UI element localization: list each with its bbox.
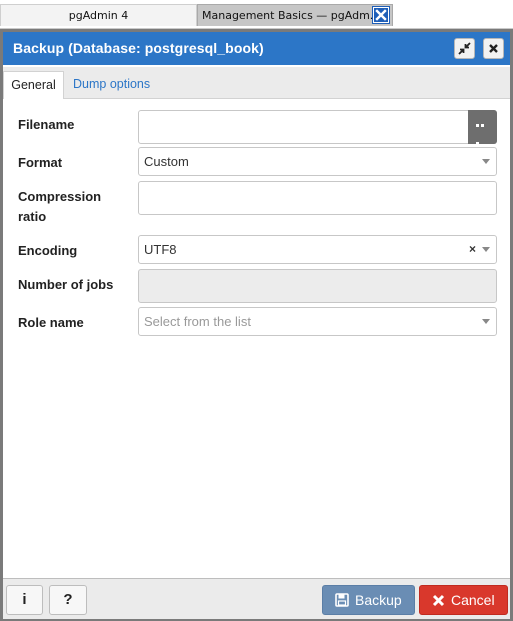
question-icon: ? xyxy=(63,591,73,608)
chevron-down-icon xyxy=(482,247,490,252)
filename-label: Filename xyxy=(18,117,75,132)
backup-dialog: Backup (Database: postgresql_book) Gener… xyxy=(0,29,513,621)
cancel-button[interactable]: Cancel xyxy=(419,585,508,615)
save-icon xyxy=(335,593,349,607)
backup-button-label: Backup xyxy=(355,592,402,608)
browser-tab-label: Management Basics — pgAdm... xyxy=(202,9,381,22)
dialog-title: Backup (Database: postgresql_book) xyxy=(13,40,264,56)
dialog-close-button[interactable] xyxy=(483,38,504,59)
number-of-jobs-input xyxy=(138,269,497,303)
role-placeholder: Select from the list xyxy=(144,314,251,329)
dialog-titlebar[interactable]: Backup (Database: postgresql_book) xyxy=(3,32,510,65)
compression-ratio-input[interactable] xyxy=(138,181,497,215)
tab-general[interactable]: General xyxy=(3,71,64,99)
info-icon: i xyxy=(22,591,27,608)
format-label: Format xyxy=(18,155,63,170)
encoding-value: UTF8 xyxy=(144,242,177,257)
ellipsis-icon xyxy=(476,124,489,145)
jobs-label: Number of jobs xyxy=(18,277,114,292)
compression-label-line2: ratio xyxy=(18,209,47,224)
dialog-tabs: General Dump options xyxy=(3,67,510,99)
filename-input[interactable] xyxy=(138,110,497,145)
format-value: Custom xyxy=(144,154,189,169)
browser-tab-strip: pgAdmin 4 Management Basics — pgAdm... xyxy=(0,0,513,29)
close-icon xyxy=(489,44,498,53)
info-button[interactable]: i xyxy=(6,585,43,615)
compress-icon xyxy=(458,42,471,55)
encoding-label: Encoding xyxy=(18,243,78,258)
close-icon[interactable] xyxy=(372,6,390,24)
browse-file-button[interactable] xyxy=(468,110,497,145)
encoding-select[interactable]: UTF8 × xyxy=(138,235,497,264)
role-label: Role name xyxy=(18,315,84,330)
maximize-button[interactable] xyxy=(454,38,475,59)
tab-general-label: General xyxy=(11,78,56,92)
browser-tab-label: pgAdmin 4 xyxy=(68,9,129,22)
chevron-down-icon xyxy=(482,319,490,324)
help-button[interactable]: ? xyxy=(49,585,87,615)
close-icon xyxy=(432,594,445,607)
role-name-select[interactable]: Select from the list xyxy=(138,307,497,336)
tab-dump-options-label: Dump options xyxy=(73,77,151,91)
backup-button[interactable]: Backup xyxy=(322,585,415,615)
format-select[interactable]: Custom xyxy=(138,147,497,176)
browser-tab-management-basics[interactable]: Management Basics — pgAdm... xyxy=(197,4,393,26)
tab-dump-options[interactable]: Dump options xyxy=(65,71,158,99)
dialog-footer: i ? Backup Cancel xyxy=(3,578,510,619)
cancel-button-label: Cancel xyxy=(451,592,495,608)
chevron-down-icon xyxy=(482,159,490,164)
browser-tab-pgadmin[interactable]: pgAdmin 4 xyxy=(0,4,197,26)
compression-label-line1: Compression xyxy=(18,189,102,204)
clear-icon[interactable]: × xyxy=(469,242,476,256)
